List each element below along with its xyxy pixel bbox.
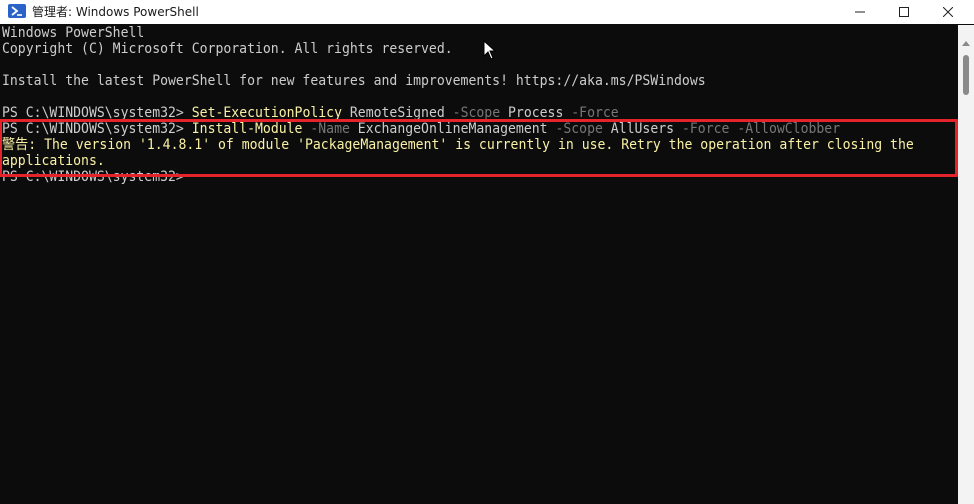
- console-output[interactable]: Windows PowerShell Copyright (C) Microso…: [0, 25, 958, 504]
- mouse-pointer-icon: [483, 39, 497, 64]
- minimize-button[interactable]: [838, 0, 882, 24]
- close-button[interactable]: [926, 0, 970, 24]
- scroll-up-arrow-icon[interactable]: [962, 41, 970, 46]
- console-line-install-hint: Install the latest PowerShell for new fe…: [2, 73, 706, 89]
- title-bar[interactable]: 管理者: Windows PowerShell: [0, 0, 974, 24]
- console-line-header: Windows PowerShell: [2, 25, 145, 41]
- highlight-box: [0, 119, 958, 177]
- scroll-thumb[interactable]: [963, 55, 969, 95]
- maximize-icon: [899, 7, 909, 17]
- powershell-icon: [8, 4, 26, 18]
- maximize-button[interactable]: [882, 0, 926, 24]
- vertical-scrollbar[interactable]: [958, 25, 974, 504]
- console-line-copyright: Copyright (C) Microsoft Corporation. All…: [2, 41, 453, 57]
- window-title: 管理者: Windows PowerShell: [32, 5, 199, 19]
- close-icon: [943, 7, 953, 17]
- minimize-icon: [855, 11, 865, 13]
